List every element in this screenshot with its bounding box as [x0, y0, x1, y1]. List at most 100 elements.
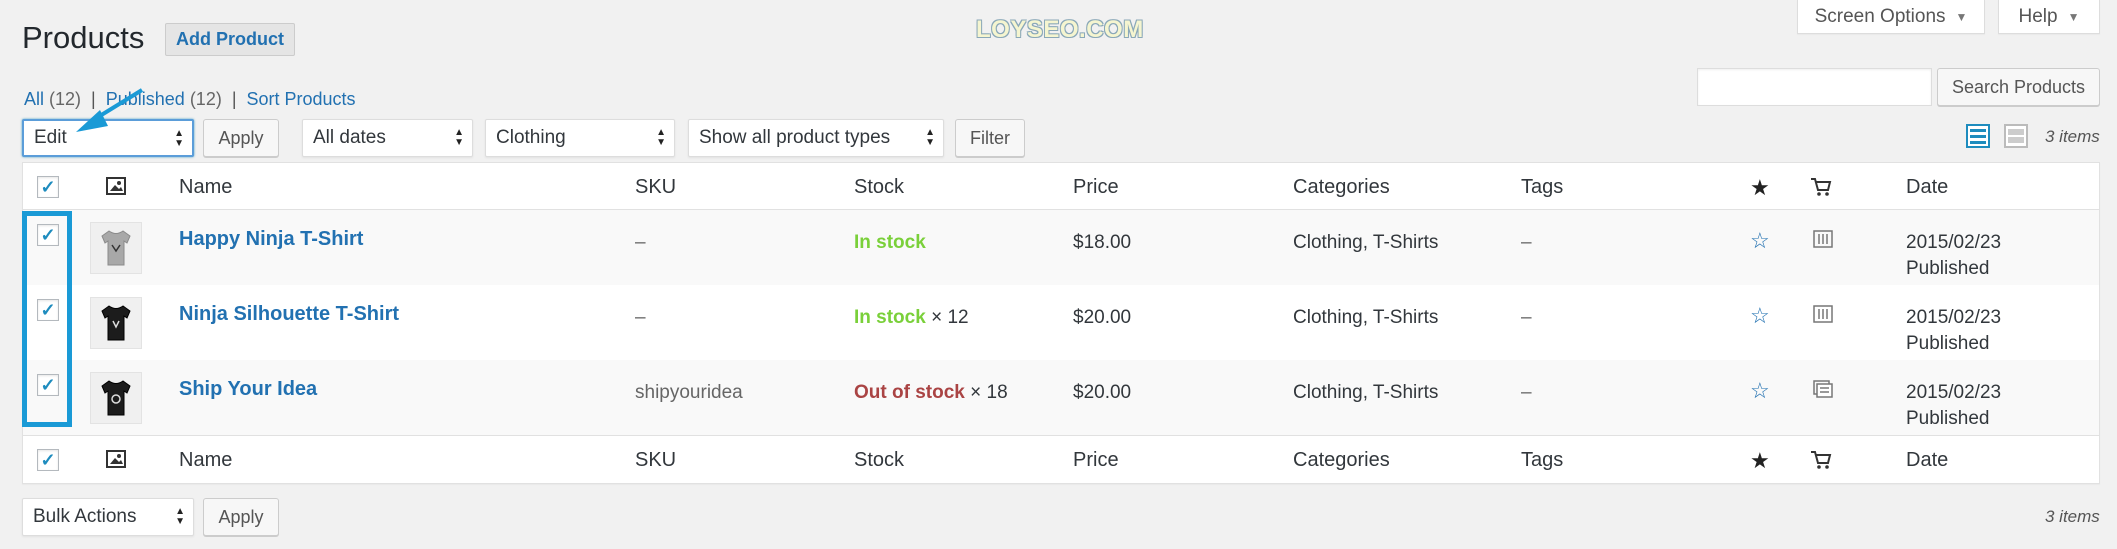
- select-arrows-icon: ▲ ▼: [925, 127, 935, 148]
- category-filter-select[interactable]: Clothing ▲ ▼: [485, 119, 675, 157]
- column-footer-price[interactable]: Price: [1073, 449, 1119, 472]
- select-arrows-icon: ▲ ▼: [454, 127, 464, 148]
- column-header-sku[interactable]: SKU: [635, 176, 676, 199]
- stock-status: In stock: [854, 232, 926, 253]
- date-value: 2015/02/23: [1906, 232, 2002, 253]
- stock-status: Out of stock: [854, 382, 965, 403]
- items-count-bottom: 3 items: [2045, 507, 2100, 526]
- featured-star-icon[interactable]: ☆: [1750, 378, 1770, 404]
- tshirt-image: [101, 380, 131, 416]
- search-input[interactable]: [1697, 68, 1932, 106]
- star-icon[interactable]: ★: [1750, 448, 1770, 474]
- products-table: ✓ Name SKU Stock Price Categories Tags ★…: [22, 162, 2100, 484]
- filter-button[interactable]: Filter: [955, 119, 1025, 157]
- table-row: ✓ Ship Your Idea shipyouridea Out of sto…: [23, 360, 2099, 435]
- sort-products-link[interactable]: Sort Products: [247, 89, 356, 110]
- apply-button[interactable]: Apply: [203, 119, 279, 157]
- column-header-price[interactable]: Price: [1073, 176, 1119, 199]
- product-categories-link[interactable]: Clothing, T-Shirts: [1293, 382, 1438, 404]
- product-name-link[interactable]: Happy Ninja T-Shirt: [179, 228, 363, 251]
- annotation-arrow-icon: [76, 88, 144, 132]
- category-filter-value: Clothing: [496, 127, 566, 148]
- stock-qty: × 18: [970, 382, 1008, 403]
- stock-qty: × 12: [931, 307, 969, 328]
- product-stock: In stock × 12: [854, 307, 969, 329]
- tshirt-image: [101, 230, 131, 266]
- product-name-link[interactable]: Ship Your Idea: [179, 378, 317, 401]
- product-categories-link[interactable]: Clothing, T-Shirts: [1293, 232, 1438, 254]
- search-products-button[interactable]: Search Products: [1937, 68, 2100, 106]
- date-value: 2015/02/23: [1906, 382, 2002, 403]
- product-sku: –: [635, 307, 646, 328]
- date-filter-select[interactable]: All dates ▲ ▼: [302, 119, 473, 157]
- help-label: Help: [2018, 5, 2058, 27]
- apply-button-bottom[interactable]: Apply: [203, 498, 279, 536]
- add-product-button[interactable]: Add Product: [165, 23, 295, 56]
- column-footer-categories: Categories: [1293, 449, 1390, 471]
- table-header-row: ✓ Name SKU Stock Price Categories Tags ★…: [23, 163, 2099, 210]
- product-tags: –: [1521, 232, 1532, 253]
- product-tags: –: [1521, 307, 1532, 328]
- date-filter-value: All dates: [313, 127, 386, 148]
- caret-down-icon: ▼: [1955, 9, 1968, 24]
- published-count: (12): [189, 89, 222, 109]
- product-price: $20.00: [1073, 382, 1132, 403]
- bulk-actions-value: Bulk Actions: [33, 506, 137, 527]
- simple-product-icon: [1813, 305, 1833, 323]
- column-header-date[interactable]: Date: [1906, 176, 1948, 199]
- select-all-checkbox[interactable]: ✓: [37, 449, 59, 471]
- star-icon[interactable]: ★: [1750, 175, 1770, 201]
- table-row: ✓ Ninja Silhouette T-Shirt – In stock × …: [23, 285, 2099, 360]
- featured-star-icon[interactable]: ☆: [1750, 228, 1770, 254]
- product-tags: –: [1521, 382, 1532, 403]
- row-checkbox[interactable]: ✓: [37, 374, 59, 396]
- help-tab[interactable]: Help ▼: [1998, 0, 2100, 34]
- column-footer-stock: Stock: [854, 449, 905, 471]
- screen-options-tab[interactable]: Screen Options ▼: [1797, 0, 1985, 34]
- items-count: 3 items: [2045, 127, 2100, 146]
- caret-down-icon: ▼: [2067, 9, 2080, 24]
- column-footer-sku[interactable]: SKU: [635, 449, 676, 472]
- image-icon: [106, 450, 126, 468]
- product-thumbnail[interactable]: [90, 297, 142, 349]
- product-stock: Out of stock × 18: [854, 382, 1008, 404]
- excerpt-view-icon[interactable]: [2004, 124, 2028, 148]
- select-all-checkbox[interactable]: ✓: [37, 176, 59, 198]
- separator: |: [231, 89, 237, 109]
- product-sku: –: [635, 232, 646, 253]
- table-row: ✓ Happy Ninja T-Shirt – In stock $18.00 …: [23, 210, 2099, 285]
- product-type-value: Show all product types: [699, 127, 891, 148]
- product-stock: In stock: [854, 232, 926, 254]
- product-thumbnail[interactable]: [90, 222, 142, 274]
- row-checkbox[interactable]: ✓: [37, 224, 59, 246]
- product-name-link[interactable]: Ninja Silhouette T-Shirt: [179, 303, 399, 326]
- product-type-select[interactable]: Show all product types ▲ ▼: [688, 119, 944, 157]
- row-checkbox[interactable]: ✓: [37, 299, 59, 321]
- select-arrows-icon: ▲ ▼: [175, 506, 185, 527]
- product-date: 2015/02/23 Published: [1906, 307, 2001, 355]
- virtual-product-icon: [1813, 380, 1833, 398]
- table-footer-row: ✓ Name SKU Stock Price Categories Tags ★…: [23, 435, 2099, 483]
- column-header-name[interactable]: Name: [179, 176, 232, 199]
- column-footer-tags: Tags: [1521, 449, 1564, 471]
- simple-product-icon: [1813, 230, 1833, 248]
- bulk-actions-select-bottom[interactable]: Bulk Actions ▲ ▼: [22, 498, 194, 536]
- select-arrows-icon: ▲ ▼: [174, 128, 184, 149]
- list-view-icon[interactable]: [1966, 124, 1990, 148]
- product-date: 2015/02/23 Published: [1906, 382, 2001, 430]
- stock-status: In stock: [854, 307, 926, 328]
- product-categories-link[interactable]: Clothing, T-Shirts: [1293, 307, 1438, 329]
- product-thumbnail[interactable]: [90, 372, 142, 424]
- featured-star-icon[interactable]: ☆: [1750, 303, 1770, 329]
- column-footer-date[interactable]: Date: [1906, 449, 1948, 472]
- publish-status: Published: [1906, 333, 1990, 354]
- publish-status: Published: [1906, 408, 1990, 429]
- filter-all-link[interactable]: All: [24, 89, 44, 109]
- screen-options-label: Screen Options: [1814, 5, 1946, 27]
- column-header-tags: Tags: [1521, 176, 1564, 198]
- page-title: Products: [22, 20, 145, 55]
- column-footer-name[interactable]: Name: [179, 449, 232, 472]
- tshirt-image: [101, 305, 131, 341]
- column-header-stock: Stock: [854, 176, 905, 198]
- watermark: LOYSEO.COM: [976, 16, 1144, 43]
